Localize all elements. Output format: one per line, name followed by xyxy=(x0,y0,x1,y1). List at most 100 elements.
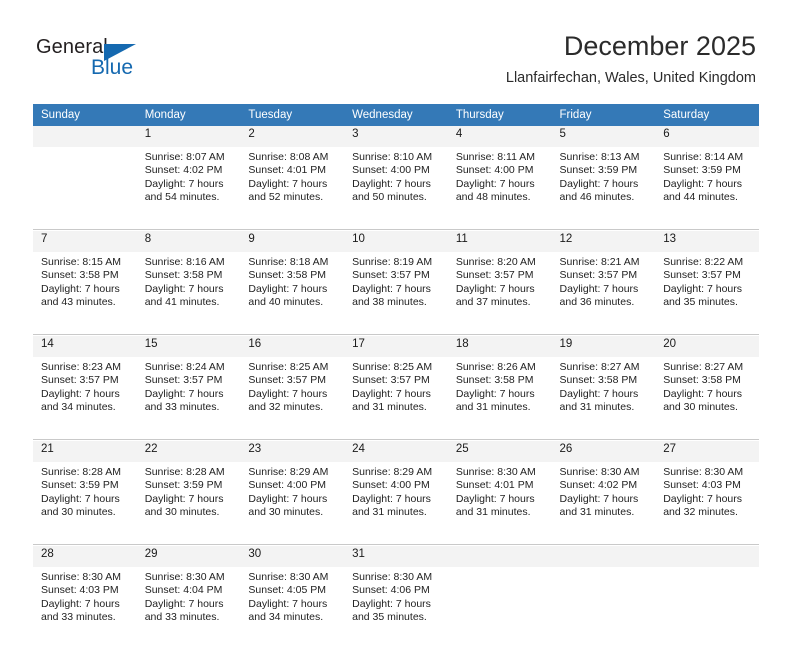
title-block: December 2025 Llanfairfechan, Wales, Uni… xyxy=(506,30,756,88)
day-number[interactable]: 1 xyxy=(136,126,241,147)
day-number[interactable]: 25 xyxy=(447,441,552,462)
day-cell[interactable]: Sunrise: 8:27 AM Sunset: 3:58 PM Dayligh… xyxy=(551,357,656,440)
day-cell[interactable]: Sunrise: 8:28 AM Sunset: 3:59 PM Dayligh… xyxy=(33,462,137,545)
day-cell[interactable]: Sunrise: 8:30 AM Sunset: 4:05 PM Dayligh… xyxy=(240,567,345,649)
day-cell[interactable]: Sunrise: 8:29 AM Sunset: 4:00 PM Dayligh… xyxy=(240,462,345,545)
day-cell[interactable]: Sunrise: 8:11 AM Sunset: 4:00 PM Dayligh… xyxy=(447,147,552,230)
sunrise-text: Sunrise: 8:19 AM xyxy=(352,256,433,268)
sunrise-text: Sunrise: 8:30 AM xyxy=(455,466,536,478)
day-number[interactable] xyxy=(447,546,552,567)
sunset-text: Sunset: 3:59 PM xyxy=(663,164,741,177)
day-number[interactable]: 18 xyxy=(447,336,552,357)
day-number[interactable]: 14 xyxy=(33,336,137,357)
day-number[interactable]: 16 xyxy=(240,336,345,357)
day-cell[interactable]: Sunrise: 8:21 AM Sunset: 3:57 PM Dayligh… xyxy=(551,252,656,335)
day-cell[interactable]: Sunrise: 8:14 AM Sunset: 3:59 PM Dayligh… xyxy=(655,147,759,230)
sunrise-text: Sunrise: 8:28 AM xyxy=(41,466,121,478)
day-number[interactable]: 12 xyxy=(551,231,656,252)
day-number[interactable]: 13 xyxy=(655,231,759,252)
day-number[interactable]: 23 xyxy=(240,441,345,462)
day-number[interactable]: 28 xyxy=(33,546,137,567)
day-cell[interactable]: Sunrise: 8:30 AM Sunset: 4:06 PM Dayligh… xyxy=(344,567,448,649)
sunrise-text: Sunrise: 8:13 AM xyxy=(559,151,640,163)
day-number[interactable] xyxy=(551,546,656,567)
day-number[interactable]: 29 xyxy=(136,546,241,567)
day-cell[interactable]: Sunrise: 8:25 AM Sunset: 3:57 PM Dayligh… xyxy=(240,357,345,440)
day-cell[interactable]: Sunrise: 8:30 AM Sunset: 4:03 PM Dayligh… xyxy=(655,462,759,545)
day-cell[interactable] xyxy=(33,147,137,230)
day-cell[interactable]: Sunrise: 8:08 AM Sunset: 4:01 PM Dayligh… xyxy=(240,147,345,230)
day-cell[interactable] xyxy=(447,567,552,649)
daylight-text-line2: and 46 minutes. xyxy=(559,191,635,204)
day-number[interactable]: 4 xyxy=(447,126,552,147)
day-number[interactable]: 11 xyxy=(447,231,552,252)
day-number[interactable]: 17 xyxy=(344,336,448,357)
day-number[interactable]: 7 xyxy=(33,231,137,252)
day-cell[interactable]: Sunrise: 8:18 AM Sunset: 3:58 PM Dayligh… xyxy=(240,252,345,335)
week-details: Sunrise: 8:07 AM Sunset: 4:02 PM Dayligh… xyxy=(33,147,759,230)
day-number[interactable]: 15 xyxy=(136,336,241,357)
day-number[interactable]: 6 xyxy=(655,126,759,147)
day-number[interactable]: 3 xyxy=(344,126,448,147)
daylight-text-line1: Daylight: 7 hours xyxy=(248,282,328,295)
daylight-text-line1: Daylight: 7 hours xyxy=(455,492,535,505)
day-cell[interactable]: Sunrise: 8:30 AM Sunset: 4:02 PM Dayligh… xyxy=(551,462,656,545)
day-cell[interactable]: Sunrise: 8:30 AM Sunset: 4:04 PM Dayligh… xyxy=(136,567,241,649)
week-daynumbers: 7 8 9 10 11 12 13 xyxy=(33,231,759,252)
day-number[interactable]: 24 xyxy=(344,441,448,462)
day-number[interactable]: 22 xyxy=(136,441,241,462)
day-cell[interactable]: Sunrise: 8:25 AM Sunset: 3:57 PM Dayligh… xyxy=(344,357,448,440)
day-number[interactable]: 5 xyxy=(551,126,656,147)
daylight-text-line1: Daylight: 7 hours xyxy=(352,597,431,610)
day-cell[interactable]: Sunrise: 8:30 AM Sunset: 4:01 PM Dayligh… xyxy=(447,462,552,545)
daylight-text-line1: Daylight: 7 hours xyxy=(41,492,120,505)
day-cell[interactable] xyxy=(551,567,656,649)
sunset-text: Sunset: 4:00 PM xyxy=(248,479,327,492)
day-number[interactable]: 2 xyxy=(240,126,345,147)
daylight-text-line1: Daylight: 7 hours xyxy=(559,177,639,190)
day-number[interactable]: 30 xyxy=(240,546,345,567)
sunrise-text: Sunrise: 8:30 AM xyxy=(663,466,744,478)
day-cell[interactable]: Sunrise: 8:28 AM Sunset: 3:59 PM Dayligh… xyxy=(136,462,241,545)
sunset-text: Sunset: 3:58 PM xyxy=(559,374,638,387)
day-cell[interactable]: Sunrise: 8:19 AM Sunset: 3:57 PM Dayligh… xyxy=(344,252,448,335)
day-number[interactable] xyxy=(655,546,759,567)
day-cell[interactable]: Sunrise: 8:16 AM Sunset: 3:58 PM Dayligh… xyxy=(136,252,241,335)
daylight-text-line2: and 34 minutes. xyxy=(41,401,116,414)
day-number[interactable]: 8 xyxy=(136,231,241,252)
day-number[interactable]: 19 xyxy=(551,336,656,357)
day-cell[interactable]: Sunrise: 8:24 AM Sunset: 3:57 PM Dayligh… xyxy=(136,357,241,440)
weekday-header-monday: Monday xyxy=(136,104,241,126)
day-cell[interactable] xyxy=(655,567,759,649)
day-number[interactable]: 9 xyxy=(240,231,345,252)
daylight-text-line1: Daylight: 7 hours xyxy=(559,492,639,505)
sunset-text: Sunset: 4:00 PM xyxy=(455,164,534,177)
day-number[interactable]: 20 xyxy=(655,336,759,357)
day-cell[interactable]: Sunrise: 8:20 AM Sunset: 3:57 PM Dayligh… xyxy=(447,252,552,335)
day-number[interactable]: 21 xyxy=(33,441,137,462)
day-number[interactable]: 10 xyxy=(344,231,448,252)
day-cell[interactable]: Sunrise: 8:13 AM Sunset: 3:59 PM Dayligh… xyxy=(551,147,656,230)
sunset-text: Sunset: 3:58 PM xyxy=(41,269,119,282)
daylight-text-line2: and 37 minutes. xyxy=(455,296,531,309)
day-number[interactable]: 26 xyxy=(551,441,656,462)
day-cell[interactable]: Sunrise: 8:30 AM Sunset: 4:03 PM Dayligh… xyxy=(33,567,137,649)
day-cell[interactable]: Sunrise: 8:07 AM Sunset: 4:02 PM Dayligh… xyxy=(136,147,241,230)
day-cell[interactable]: Sunrise: 8:29 AM Sunset: 4:00 PM Dayligh… xyxy=(344,462,448,545)
day-number[interactable]: 31 xyxy=(344,546,448,567)
generalblue-logo[interactable]: General Blue xyxy=(36,36,166,86)
daylight-text-line2: and 43 minutes. xyxy=(41,296,116,309)
sunrise-text: Sunrise: 8:24 AM xyxy=(144,361,225,373)
day-cell[interactable]: Sunrise: 8:15 AM Sunset: 3:58 PM Dayligh… xyxy=(33,252,137,335)
day-cell[interactable]: Sunrise: 8:27 AM Sunset: 3:58 PM Dayligh… xyxy=(655,357,759,440)
daylight-text-line1: Daylight: 7 hours xyxy=(352,387,431,400)
day-cell[interactable]: Sunrise: 8:10 AM Sunset: 4:00 PM Dayligh… xyxy=(344,147,448,230)
day-cell[interactable]: Sunrise: 8:22 AM Sunset: 3:57 PM Dayligh… xyxy=(655,252,759,335)
day-cell[interactable]: Sunrise: 8:23 AM Sunset: 3:57 PM Dayligh… xyxy=(33,357,137,440)
day-cell[interactable]: Sunrise: 8:26 AM Sunset: 3:58 PM Dayligh… xyxy=(447,357,552,440)
daylight-text-line2: and 35 minutes. xyxy=(352,611,427,624)
calendar-body: 1 2 3 4 5 6 Sunrise: 8:07 AM Sunset: 4:0… xyxy=(33,126,759,649)
daylight-text-line1: Daylight: 7 hours xyxy=(455,387,535,400)
day-number[interactable]: 27 xyxy=(655,441,759,462)
day-number[interactable] xyxy=(33,126,137,147)
